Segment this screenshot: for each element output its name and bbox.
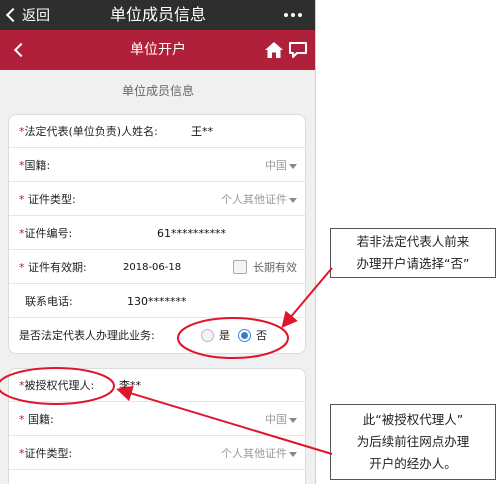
agent-name-value[interactable]: 李**	[119, 369, 141, 402]
annotation-line: 办理开户请选择“否”	[356, 256, 470, 271]
legal-rep-id-type-row[interactable]: * 证件类型: 个人其他证件	[9, 183, 305, 216]
agent-name-row[interactable]: *被授权代理人: 李**	[9, 369, 305, 402]
legal-rep-name-value[interactable]: 王**	[191, 115, 213, 148]
wechat-back-button[interactable]: 返回	[4, 4, 50, 26]
legal-rep-id-validity-row[interactable]: * 证件有效期: 2018-06-18 长期有效	[9, 251, 305, 284]
chevron-left-icon	[5, 7, 21, 23]
legal-rep-nationality-row[interactable]: *国籍: 中国	[9, 149, 305, 182]
nationality-select[interactable]: 中国	[265, 149, 297, 182]
dropdown-arrow-icon	[289, 197, 297, 203]
annotation-line: 为后续前往网点办理	[356, 434, 470, 449]
more-options-icon[interactable]	[280, 2, 306, 28]
annotation-note-not-legal-rep: 若非法定代表人前来 办理开户请选择“否”	[330, 228, 496, 278]
radio-no[interactable]	[238, 329, 251, 342]
id-type-label: * 证件类型:	[19, 193, 76, 206]
radio-yes-label[interactable]: 是	[219, 319, 230, 352]
dropdown-arrow-icon	[289, 417, 297, 423]
dropdown-arrow-icon	[289, 163, 297, 169]
annotation-line: 此“被授权代理人”	[362, 412, 464, 427]
legal-rep-name-label: *法定代表(单位负责)人姓名:	[19, 125, 158, 138]
legal-representative-card: *法定代表(单位负责)人姓名: 王** *国籍: 中国 * 证件类型: 个人其他…	[8, 114, 306, 354]
wechat-back-label: 返回	[22, 8, 50, 24]
agent-name-label: *被授权代理人:	[19, 379, 95, 392]
section-title: 单位成员信息	[121, 84, 194, 98]
agent-id-type-row[interactable]: *证件类型: 个人其他证件	[9, 437, 305, 470]
agent-nationality-row[interactable]: * 国籍: 中国	[9, 403, 305, 436]
id-number-label: *证件编号:	[19, 227, 73, 240]
legal-rep-id-number-row[interactable]: *证件编号: 61**********	[9, 217, 305, 250]
id-number-value[interactable]: 61**********	[157, 217, 226, 250]
phone-value[interactable]: 130*******	[127, 285, 187, 318]
legal-rep-phone-row[interactable]: 联系电话: 130*******	[9, 285, 305, 318]
annotation-line: 若非法定代表人前来	[356, 234, 470, 249]
annotation-line: 开户的经办人。	[369, 456, 457, 471]
phone-label: 联系电话:	[25, 295, 73, 308]
long-term-checkbox[interactable]	[233, 260, 247, 274]
long-term-label: 长期有效	[253, 261, 297, 274]
agent-nationality-select[interactable]: 中国	[265, 403, 297, 436]
dropdown-arrow-icon	[289, 451, 297, 457]
handles-business-label: 是否法定代表人办理此业务:	[19, 329, 155, 342]
agent-id-type-label: *证件类型:	[19, 447, 73, 460]
wechat-title-bar: 返回 单位成员信息	[0, 0, 315, 30]
chat-icon[interactable]	[288, 41, 308, 59]
authorized-agent-card: *被授权代理人: 李** * 国籍: 中国 *证件类型: 个人其他证件	[8, 368, 306, 484]
nationality-label: *国籍:	[19, 159, 51, 172]
agent-nationality-label: * 国籍:	[19, 413, 54, 426]
legal-rep-name-row[interactable]: *法定代表(单位负责)人姓名: 王**	[9, 115, 305, 148]
radio-no-label[interactable]: 否	[256, 319, 267, 352]
radio-yes[interactable]	[201, 329, 214, 342]
id-type-select[interactable]: 个人其他证件	[221, 183, 297, 216]
home-icon[interactable]	[264, 40, 284, 60]
annotation-note-authorized-agent: 此“被授权代理人” 为后续前往网点办理 开户的经办人。	[330, 404, 496, 480]
agent-id-type-select[interactable]: 个人其他证件	[221, 437, 297, 470]
legal-rep-handles-business-row: 是否法定代表人办理此业务: 是 否	[9, 319, 305, 352]
app-back-button[interactable]	[8, 38, 32, 62]
chevron-left-icon	[13, 42, 29, 58]
id-validity-label: * 证件有效期:	[19, 261, 87, 274]
id-validity-date[interactable]: 2018-06-18	[123, 251, 181, 284]
app-header: 单位开户	[0, 30, 315, 70]
phone-screen: 返回 单位成员信息 单位开户 单位成员信息 *法定代表(单位负责)人姓名: 王*…	[0, 0, 316, 484]
